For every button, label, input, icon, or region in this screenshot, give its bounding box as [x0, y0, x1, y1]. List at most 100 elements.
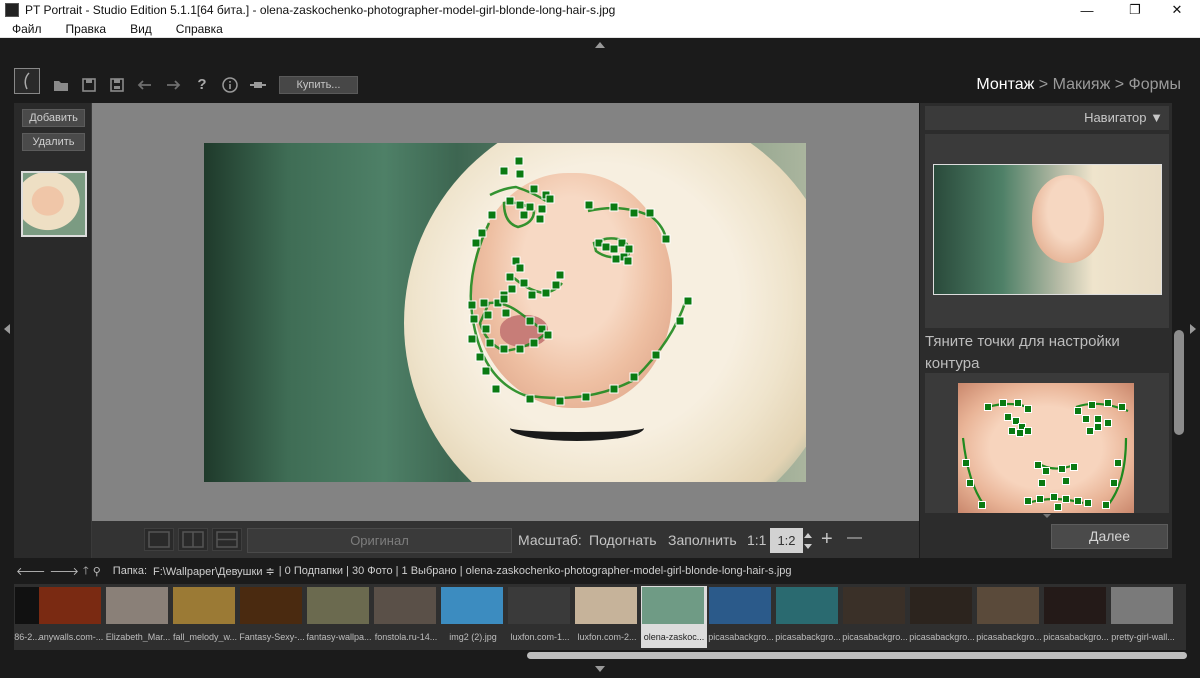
menu-help[interactable]: Справка [164, 22, 235, 36]
breadcrumb-montage[interactable]: Монтаж [976, 76, 1034, 93]
contour-point[interactable] [551, 280, 561, 290]
contour-point[interactable] [581, 392, 591, 402]
contour-point[interactable] [543, 330, 553, 340]
contour-point[interactable] [1074, 407, 1082, 415]
contour-point[interactable] [481, 324, 491, 334]
filmstrip-scrollbar[interactable] [527, 652, 1187, 659]
contour-point[interactable] [515, 169, 525, 179]
breadcrumb-makeup[interactable]: Макияж [1053, 76, 1111, 93]
collapse-left-arrow-icon[interactable] [4, 324, 10, 334]
filmstrip-item[interactable]: Elizabeth_Mar... [105, 586, 171, 648]
contour-point[interactable] [651, 350, 661, 360]
original-button[interactable]: Оригинал [247, 528, 512, 553]
photo-thumbnail[interactable] [21, 171, 87, 237]
contour-point[interactable] [1014, 399, 1022, 407]
filmstrip-item[interactable]: fall_melody_w... [172, 586, 238, 648]
minimize-button[interactable]: — [1064, 0, 1110, 20]
undo-icon[interactable] [136, 76, 154, 94]
contour-point[interactable] [984, 403, 992, 411]
contour-point[interactable] [535, 214, 545, 224]
contour-point[interactable] [978, 501, 986, 509]
single-view-button[interactable] [144, 528, 174, 551]
fill-button[interactable]: Заполнить [668, 532, 737, 548]
filmstrip-item[interactable]: picasabackgro... [1043, 586, 1109, 648]
contour-point[interactable] [537, 204, 547, 214]
contour-point[interactable] [675, 316, 685, 326]
folder-select[interactable]: F:\Wallpaper\Девушки ≑ [153, 565, 275, 578]
contour-point[interactable] [505, 196, 515, 206]
contour-point[interactable] [555, 270, 565, 280]
contour-point[interactable] [1114, 459, 1122, 467]
contour-point[interactable] [999, 399, 1007, 407]
contour-point[interactable] [555, 396, 565, 406]
contour-point[interactable] [661, 234, 671, 244]
open-folder-icon[interactable] [52, 76, 70, 94]
up-arrow-icon[interactable]: 🡑 [83, 562, 89, 581]
contour-point[interactable] [487, 210, 497, 220]
contour-point[interactable] [601, 242, 611, 252]
contour-point[interactable] [1036, 495, 1044, 503]
contour-point[interactable] [1038, 479, 1046, 487]
contour-point[interactable] [624, 244, 634, 254]
contour-point[interactable] [529, 338, 539, 348]
contour-point[interactable] [525, 394, 535, 404]
contour-point[interactable] [1118, 403, 1126, 411]
contour-point[interactable] [1088, 401, 1096, 409]
contour-point[interactable] [1042, 467, 1050, 475]
contour-point[interactable] [491, 384, 501, 394]
zoom-1-1-button[interactable]: 1:1 [747, 532, 766, 548]
navigator-preview[interactable] [933, 164, 1162, 295]
zoom-spinner-icon[interactable] [803, 530, 813, 552]
contour-point[interactable] [1102, 501, 1110, 509]
filmstrip-item[interactable]: luxfon.com-2... [574, 586, 640, 648]
search-icon[interactable]: ⚲ [93, 565, 101, 578]
contour-point[interactable] [609, 202, 619, 212]
filmstrip-item[interactable]: picasabackgro... [842, 586, 908, 648]
contour-point[interactable] [1104, 399, 1112, 407]
save-icon[interactable] [80, 76, 98, 94]
filmstrip-item[interactable]: olena-zaskoc... [641, 586, 707, 648]
contour-point[interactable] [623, 256, 633, 266]
contour-point[interactable] [1024, 427, 1032, 435]
contour-point[interactable] [645, 208, 655, 218]
contour-point[interactable] [525, 202, 535, 212]
contour-point[interactable] [1062, 495, 1070, 503]
contour-point[interactable] [515, 200, 525, 210]
contour-point[interactable] [683, 296, 693, 306]
contour-point[interactable] [529, 184, 539, 194]
contour-point[interactable] [1084, 499, 1092, 507]
contour-point[interactable] [519, 278, 529, 288]
contour-point[interactable] [505, 272, 515, 282]
menu-file[interactable]: Файл [0, 22, 54, 36]
filmstrip-item[interactable]: picasabackgro... [775, 586, 841, 648]
filmstrip-item[interactable]: luxfon.com-1... [507, 586, 573, 648]
buy-button[interactable]: Купить... [279, 76, 358, 94]
contour-point[interactable] [501, 308, 511, 318]
zoom-out-button[interactable]: — [847, 529, 862, 546]
contour-point[interactable] [479, 298, 489, 308]
contour-point[interactable] [481, 366, 491, 376]
contour-point[interactable] [471, 238, 481, 248]
filmstrip-item[interactable]: 86-2... [14, 586, 40, 648]
contour-point[interactable] [609, 384, 619, 394]
contour-point[interactable] [1110, 479, 1118, 487]
filmstrip-item[interactable]: fonstola.ru-14... [373, 586, 439, 648]
contour-point[interactable] [499, 344, 509, 354]
contour-point[interactable] [507, 284, 517, 294]
menu-edit[interactable]: Правка [54, 22, 119, 36]
contour-point[interactable] [483, 310, 493, 320]
contour-point[interactable] [469, 314, 479, 324]
contour-point[interactable] [1024, 405, 1032, 413]
breadcrumb-shapes[interactable]: Формы [1129, 76, 1181, 93]
contour-point[interactable] [1016, 429, 1024, 437]
closeup-contour-overlay[interactable] [958, 383, 1134, 513]
contour-point[interactable] [611, 254, 621, 264]
filmstrip-item[interactable]: picasabackgro... [976, 586, 1042, 648]
save-as-icon[interactable] [108, 76, 126, 94]
info-icon[interactable] [221, 76, 239, 94]
contour-point[interactable] [1058, 465, 1066, 473]
filmstrip-item[interactable]: picasabackgro... [708, 586, 774, 648]
help-icon[interactable]: ? [193, 76, 211, 94]
menu-view[interactable]: Вид [118, 22, 164, 36]
back-arrow-icon[interactable]: 🡐 [16, 564, 46, 578]
